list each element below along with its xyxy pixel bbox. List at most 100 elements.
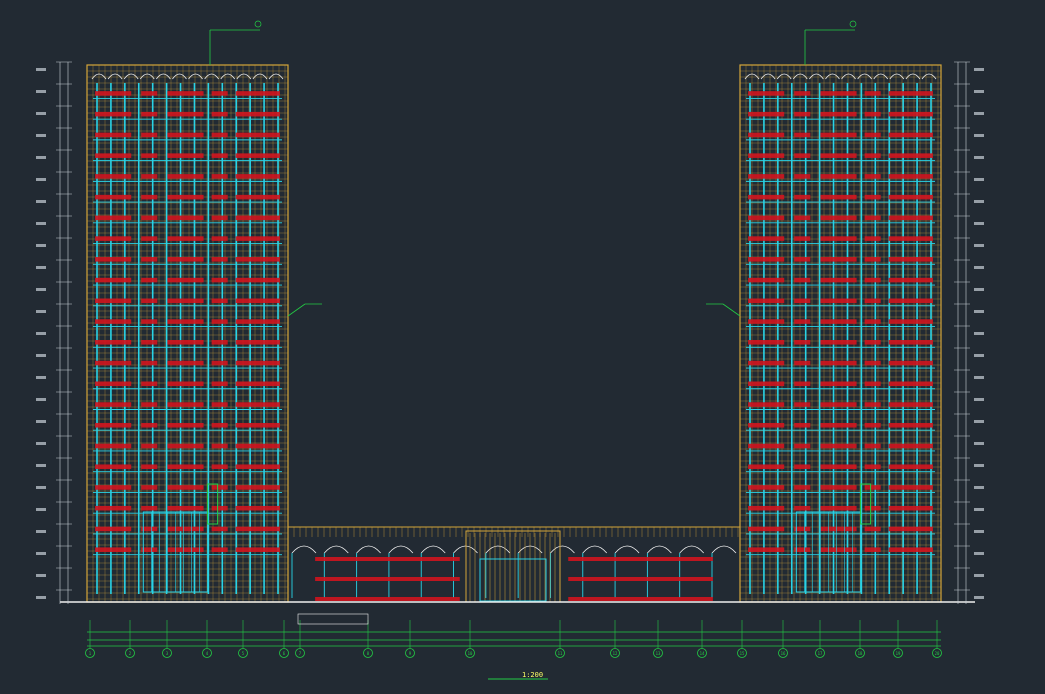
right-tower-balcony <box>748 402 785 407</box>
right-tower-balcony <box>888 360 933 366</box>
right-tower-crown-arch <box>889 73 905 80</box>
left-level-mark <box>36 266 46 269</box>
left-tower-balcony <box>211 215 228 221</box>
right-tower-balcony <box>794 422 811 428</box>
left-tower-balcony <box>211 174 228 179</box>
right-tower-balcony <box>864 153 881 158</box>
left-tower-balcony <box>235 464 280 470</box>
left-tower-balcony <box>141 174 158 179</box>
right-tower-balcony <box>864 277 881 283</box>
left-tower-balcony <box>167 485 204 490</box>
left-level-mark <box>36 398 46 401</box>
right-tower-crown-arch <box>825 73 840 80</box>
building-elevation-drawing[interactable]: 1 2 3 4 5 6 7 8 9 10 11 12 13 14 15 16 17 18 19 20 <box>0 0 1045 694</box>
left-level-mark <box>36 178 46 181</box>
left-tower-balcony <box>211 381 228 387</box>
podium-arch <box>582 545 608 554</box>
right-tower-balcony <box>820 277 857 283</box>
left-tower-crown-arch <box>156 73 171 80</box>
left-tower-balcony <box>141 236 158 241</box>
right-level-mark <box>974 90 984 93</box>
left-tower-balcony <box>141 215 158 221</box>
left-tower-balcony <box>167 236 204 241</box>
left-tower-balcony <box>235 277 280 283</box>
right-tower-balcony <box>794 215 811 221</box>
left-tower-balcony <box>211 340 228 345</box>
right-level-mark <box>974 134 984 137</box>
right-level-mark <box>974 398 984 401</box>
right-tower-balcony <box>864 547 881 552</box>
left-tower-balcony <box>95 111 132 117</box>
left-tower-balcony <box>167 422 204 428</box>
left-tower-balcony <box>141 319 158 324</box>
left-tower-balcony <box>235 485 280 490</box>
right-tower-balcony <box>794 464 811 470</box>
right-tower-balcony <box>820 319 857 324</box>
right-tower-balcony <box>794 402 811 407</box>
right-tower-balcony <box>888 402 933 407</box>
right-level-mark <box>974 288 984 291</box>
right-tower-balcony <box>748 277 785 283</box>
right-tower-crown-arch <box>841 73 856 80</box>
right-tower-balcony <box>864 91 881 96</box>
left-tower-balcony <box>95 194 132 200</box>
axis-label: 11 <box>558 651 563 656</box>
left-tower-balcony <box>95 360 132 366</box>
left-tower-balcony <box>167 319 204 324</box>
left-tower-balcony <box>235 174 280 179</box>
right-level-mark <box>974 464 984 467</box>
axis-label: 15 <box>740 651 745 656</box>
right-tower-balcony <box>748 319 785 324</box>
axis-label: 14 <box>700 651 705 656</box>
left-level-mark <box>36 420 46 423</box>
left-tower-balcony <box>235 91 280 96</box>
left-tower-balcony <box>167 277 204 283</box>
left-tower-balcony <box>167 257 204 262</box>
right-level-mark <box>974 508 984 511</box>
right-tower-balcony <box>888 132 933 138</box>
right-tower-balcony <box>888 153 933 158</box>
right-tower-balcony <box>820 485 857 490</box>
right-tower-balcony <box>888 111 933 117</box>
left-level-mark <box>36 134 46 137</box>
left-tower-balcony <box>211 360 228 366</box>
right-level-mark <box>974 222 984 225</box>
left-tower-balcony <box>167 526 204 532</box>
left-tower-balcony <box>211 443 228 449</box>
left-tower-crown-arch <box>268 73 284 80</box>
right-tower-balcony <box>864 174 881 179</box>
left-level-mark <box>36 464 46 467</box>
right-level-mark <box>974 156 984 159</box>
right-tower-balcony <box>748 236 785 241</box>
right-tower-balcony <box>748 547 785 552</box>
axis-label: 6 <box>283 651 286 656</box>
axis-label: 16 <box>781 651 786 656</box>
left-level-mark <box>36 90 46 93</box>
right-tower-balcony <box>820 464 857 470</box>
left-tower-balcony <box>141 91 158 96</box>
right-level-mark <box>974 354 984 357</box>
left-tower-balcony <box>235 111 280 117</box>
right-tower-balcony <box>888 298 933 304</box>
right-tower-balcony <box>794 443 811 449</box>
left-level-mark <box>36 596 46 599</box>
left-tower-balcony <box>167 464 204 470</box>
right-tower-balcony <box>864 360 881 366</box>
right-tower-balcony <box>888 257 933 262</box>
right-tower-crown-arch <box>809 73 824 80</box>
left-level-mark <box>36 574 46 577</box>
right-tower-balcony <box>794 153 811 158</box>
right-tower-balcony <box>794 298 811 304</box>
left-level-mark <box>36 310 46 313</box>
right-tower-balcony <box>794 277 811 283</box>
left-tower-balcony <box>141 443 158 449</box>
right-tower-balcony <box>820 132 857 138</box>
right-tower-balcony <box>748 132 785 138</box>
right-tower-crown-arch <box>792 73 808 80</box>
left-tower-balcony <box>167 505 204 511</box>
left-level-mark <box>36 68 46 71</box>
right-tower-balcony <box>748 153 785 158</box>
right-tower-balcony <box>888 422 933 428</box>
left-tower-balcony <box>167 91 204 96</box>
left-tower-balcony <box>211 402 228 407</box>
